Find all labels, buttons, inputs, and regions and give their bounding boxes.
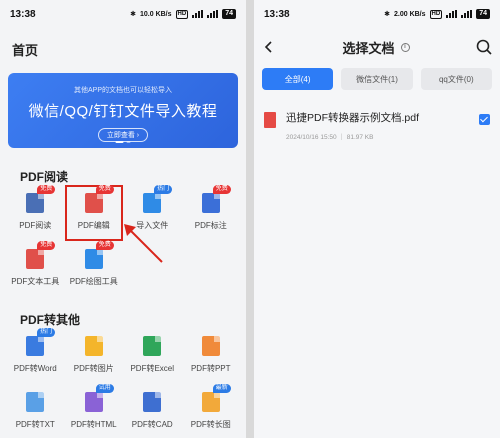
tool-label: PDF阅读 <box>19 221 52 230</box>
home-screen: 13:38 ✱ 10.0 KB/s HD 74 首页 其他APP的文档也可以轻松… <box>0 0 246 438</box>
tool-edit-pdf[interactable]: 免费 PDF编辑 <box>64 185 123 241</box>
bluetooth-icon: ✱ <box>130 11 136 18</box>
tool-txt[interactable]: PDF转TXT <box>6 384 65 438</box>
signal-icon <box>192 10 204 18</box>
tab-1[interactable]: 微信文件(1) <box>341 68 413 90</box>
info-icon[interactable]: i <box>400 42 410 52</box>
book-icon <box>26 193 45 213</box>
cad-icon <box>143 392 162 412</box>
section-title-read: PDF阅读 <box>20 170 69 184</box>
tool-ppt[interactable]: PDF转PPT <box>182 328 241 384</box>
tool-badge: 试用 <box>95 384 114 393</box>
draw-tool-icon <box>84 249 103 269</box>
tool-badge: 热门 <box>37 328 56 337</box>
annotate-icon <box>201 193 220 213</box>
carousel-dots <box>115 141 131 143</box>
tool-label: PDF文本工具 <box>11 277 60 286</box>
battery-icon: 74 <box>476 9 490 19</box>
back-icon[interactable] <box>262 40 276 54</box>
txt-icon <box>26 392 45 412</box>
tool-label: PDF转Word <box>13 364 57 373</box>
import-tutorial-banner[interactable]: 其他APP的文档也可以轻松导入 微信/QQ/钉钉文件导入教程 立即查看 › <box>8 73 238 148</box>
tool-badge: 热门 <box>154 185 173 194</box>
edit-pdf-icon <box>84 193 103 213</box>
tool-book[interactable]: 免费 PDF阅读 <box>6 185 65 241</box>
file-info: 迅捷PDF转换器示例文档.pdf 2024/10/16 15:50 ｜ 81.97… <box>276 110 479 141</box>
signal-icon <box>446 10 458 18</box>
search-icon[interactable] <box>476 39 492 55</box>
page-title: 首页 <box>12 43 39 58</box>
tool-long-image[interactable]: 最新 PDF转长图 <box>182 384 241 438</box>
tool-label: PDF编辑 <box>77 221 110 230</box>
tool-word[interactable]: 热门 PDF转Word <box>6 328 65 384</box>
tool-badge: 免费 <box>212 185 231 194</box>
file-list: 迅捷PDF转换器示例文档.pdf 2024/10/16 15:50 ｜ 81.97… <box>254 90 500 141</box>
tool-label: PDF转PPT <box>190 364 231 373</box>
tool-label: PDF转CAD <box>131 420 173 429</box>
bluetooth-icon: ✱ <box>384 11 390 18</box>
import-icon <box>143 193 162 213</box>
select-document-screen: 13:38 ✱ 2.00 KB/s HD 74 选择文档 i 全部(4) 微信文件… <box>254 0 500 438</box>
status-icons: ✱ 2.00 KB/s HD 74 <box>384 9 490 19</box>
tab-0[interactable]: 全部(4) <box>262 68 334 90</box>
tool-html[interactable]: 试用 PDF转HTML <box>65 384 124 438</box>
file-name: 迅捷PDF转换器示例文档.pdf <box>286 112 420 124</box>
banner-subtitle: 其他APP的文档也可以轻松导入 <box>73 87 172 94</box>
tab-2[interactable]: qq文件(0) <box>420 68 492 90</box>
status-icons: ✱ 10.0 KB/s HD 74 <box>130 9 236 19</box>
tool-label: PDF转图片 <box>73 364 114 373</box>
tool-label: PDF转TXT <box>15 420 55 429</box>
tool-label: PDF标注 <box>194 221 227 230</box>
signal-icon-2 <box>461 10 473 18</box>
status-bar: 13:38 ✱ 10.0 KB/s HD 74 <box>0 0 246 28</box>
tool-label: PDF绘图工具 <box>69 277 118 286</box>
signal-icon-2 <box>207 10 219 18</box>
annotation-arrow <box>124 224 163 263</box>
file-meta: 2024/10/16 15:50 ｜ 81.97 KB <box>286 134 374 141</box>
tool-annotate[interactable]: 免费 PDF标注 <box>182 185 241 241</box>
text-tool-icon <box>26 249 45 269</box>
tool-badge: 免费 <box>95 241 114 250</box>
checkbox-checked-icon[interactable] <box>479 114 490 125</box>
tool-image[interactable]: PDF转图片 <box>65 328 124 384</box>
file-row[interactable]: 迅捷PDF转换器示例文档.pdf 2024/10/16 15:50 ｜ 81.97… <box>254 90 500 141</box>
tool-badge: 免费 <box>95 185 114 194</box>
convert-tools-grid: 热门 PDF转Word PDF转图片 PDF转Excel PDF转PPT PDF转TXT 试… <box>0 328 246 438</box>
top-bar: 选择文档 i <box>254 28 500 66</box>
long-image-icon <box>201 392 220 412</box>
tool-label: PDF转长图 <box>190 420 231 429</box>
banner-title: 微信/QQ/钉钉文件导入教程 <box>28 103 218 120</box>
image-icon <box>84 336 103 356</box>
status-bar-right: 13:38 ✱ 2.00 KB/s HD 74 <box>254 0 500 28</box>
tool-excel[interactable]: PDF转Excel <box>123 328 182 384</box>
excel-icon <box>143 336 162 356</box>
tool-cad[interactable]: PDF转CAD <box>123 384 182 438</box>
battery-icon: 74 <box>222 9 236 19</box>
page-title: 选择文档 i <box>342 38 410 57</box>
tool-text-tool[interactable]: 免费 PDF文本工具 <box>6 241 65 297</box>
ppt-icon <box>201 336 220 356</box>
status-time: 13:38 <box>264 8 290 20</box>
tool-badge: 最新 <box>212 384 231 393</box>
view-now-button[interactable]: 立即查看 › <box>97 128 149 142</box>
hd-icon: HD <box>429 9 443 19</box>
tool-draw-tool[interactable]: 免费 PDF绘图工具 <box>65 241 124 297</box>
section-title-convert: PDF转其他 <box>20 313 81 327</box>
tool-badge: 免费 <box>37 241 56 250</box>
hd-icon: HD <box>175 9 189 19</box>
tool-label: PDF转Excel <box>130 364 175 373</box>
html-icon <box>84 392 103 412</box>
network-speed: 2.00 KB/s <box>394 10 426 18</box>
source-tabs: 全部(4) 微信文件(1) qq文件(0) <box>254 66 500 90</box>
status-time: 13:38 <box>10 8 36 20</box>
word-icon <box>26 336 45 356</box>
tool-label: PDF转HTML <box>70 420 117 429</box>
page-title-text: 选择文档 <box>342 40 395 56</box>
network-speed: 10.0 KB/s <box>140 10 172 18</box>
pdf-file-icon <box>264 112 276 128</box>
tool-badge: 免费 <box>37 185 56 194</box>
